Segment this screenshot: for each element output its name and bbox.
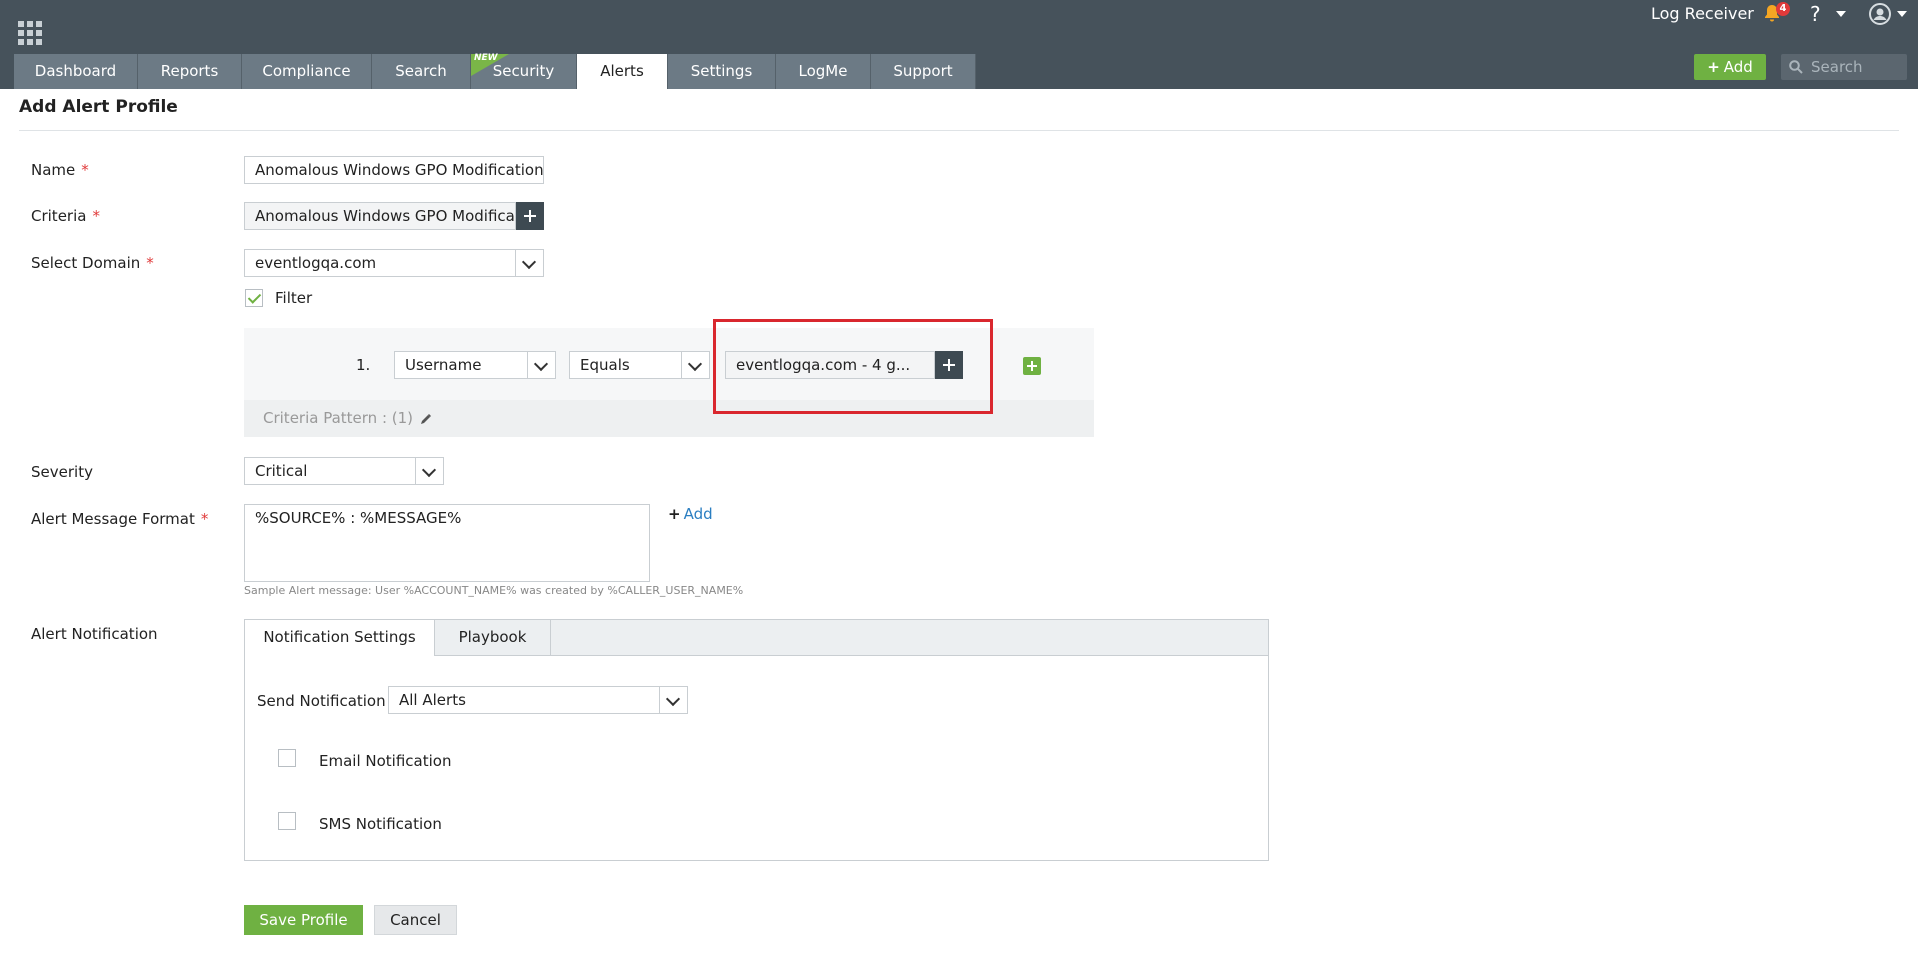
- tab-dashboard[interactable]: Dashboard: [14, 54, 138, 89]
- tab-alerts[interactable]: Alerts: [577, 54, 668, 89]
- chevron-down-icon[interactable]: [659, 687, 687, 713]
- app-launcher-icon[interactable]: [18, 21, 42, 45]
- severity-select[interactable]: Critical: [244, 457, 444, 485]
- tab-logme[interactable]: LogMe: [776, 54, 871, 89]
- chevron-down-icon[interactable]: [415, 458, 443, 484]
- plus-icon: +: [1707, 58, 1720, 76]
- notification-panel: Notification Settings Playbook Send Noti…: [244, 619, 1269, 861]
- main-tabs: Dashboard Reports Compliance Search NEW …: [14, 53, 976, 89]
- sms-notification-checkbox[interactable]: [278, 812, 296, 830]
- search-icon: [1789, 60, 1803, 74]
- message-textarea[interactable]: %SOURCE% : %MESSAGE%: [244, 504, 650, 582]
- plus-icon: +: [668, 505, 681, 523]
- title-divider: [19, 130, 1899, 131]
- tab-settings[interactable]: Settings: [668, 54, 776, 89]
- tab-support[interactable]: Support: [871, 54, 976, 89]
- search-placeholder: Search: [1811, 58, 1863, 76]
- notification-label: Alert Notification: [31, 625, 158, 643]
- save-profile-button[interactable]: Save Profile: [244, 905, 363, 935]
- top-bar: Log Receiver 4 ? Dashboard Reports Compl…: [0, 0, 1918, 89]
- notification-badge: 4: [1776, 2, 1790, 16]
- chevron-down-icon[interactable]: [681, 352, 709, 378]
- user-avatar-icon[interactable]: [1869, 3, 1891, 25]
- severity-label: Severity: [31, 463, 93, 481]
- add-variable-link[interactable]: + Add: [668, 505, 713, 523]
- tab-compliance[interactable]: Compliance: [242, 54, 372, 89]
- add-filter-row-icon[interactable]: [1023, 357, 1041, 375]
- notification-tabs: Notification Settings Playbook: [245, 620, 1268, 656]
- name-label: Name *: [31, 161, 89, 179]
- page-title: Add Alert Profile: [19, 97, 178, 117]
- edit-pencil-icon[interactable]: [419, 412, 433, 426]
- send-notification-select[interactable]: All Alerts: [388, 686, 688, 714]
- name-field[interactable]: Anomalous Windows GPO Modification: [244, 156, 544, 184]
- criteria-label: Criteria *: [31, 207, 100, 225]
- filter-checkbox[interactable]: [245, 289, 263, 307]
- send-notification-label: Send Notification: [257, 692, 386, 710]
- cancel-button[interactable]: Cancel: [374, 905, 457, 935]
- filter-field-select[interactable]: Username: [394, 351, 556, 379]
- filter-label: Filter: [275, 289, 313, 307]
- domain-select[interactable]: eventlogqa.com: [244, 249, 544, 277]
- help-icon[interactable]: ?: [1810, 2, 1821, 26]
- search-input[interactable]: Search: [1781, 54, 1907, 80]
- filter-row-index: 1.: [356, 356, 371, 374]
- log-receiver-link[interactable]: Log Receiver: [1651, 4, 1754, 23]
- tab-security[interactable]: NEW Security: [471, 53, 577, 89]
- tab-reports[interactable]: Reports: [138, 54, 242, 89]
- criteria-pattern-label: Criteria Pattern : (1): [263, 409, 414, 427]
- sms-notification-label: SMS Notification: [319, 815, 442, 833]
- message-label: Alert Message Format *: [31, 510, 209, 528]
- domain-label: Select Domain *: [31, 254, 154, 272]
- sample-message: Sample Alert message: User %ACCOUNT_NAME…: [244, 584, 744, 597]
- highlight-box: [713, 319, 993, 414]
- tab-playbook[interactable]: Playbook: [435, 620, 551, 655]
- tab-search[interactable]: Search: [372, 54, 471, 89]
- filter-operator-select[interactable]: Equals: [569, 351, 710, 379]
- user-caret-icon[interactable]: [1897, 11, 1907, 17]
- chevron-down-icon[interactable]: [515, 250, 543, 276]
- add-criteria-icon[interactable]: [516, 202, 544, 230]
- help-caret-icon[interactable]: [1836, 11, 1846, 17]
- email-notification-checkbox[interactable]: [278, 749, 296, 767]
- add-button[interactable]: + Add: [1694, 54, 1766, 80]
- criteria-field[interactable]: Anomalous Windows GPO Modification: [244, 202, 516, 230]
- tab-notification-settings[interactable]: Notification Settings: [245, 620, 435, 656]
- chevron-down-icon[interactable]: [527, 352, 555, 378]
- new-badge: NEW: [474, 53, 498, 63]
- email-notification-label: Email Notification: [319, 752, 452, 770]
